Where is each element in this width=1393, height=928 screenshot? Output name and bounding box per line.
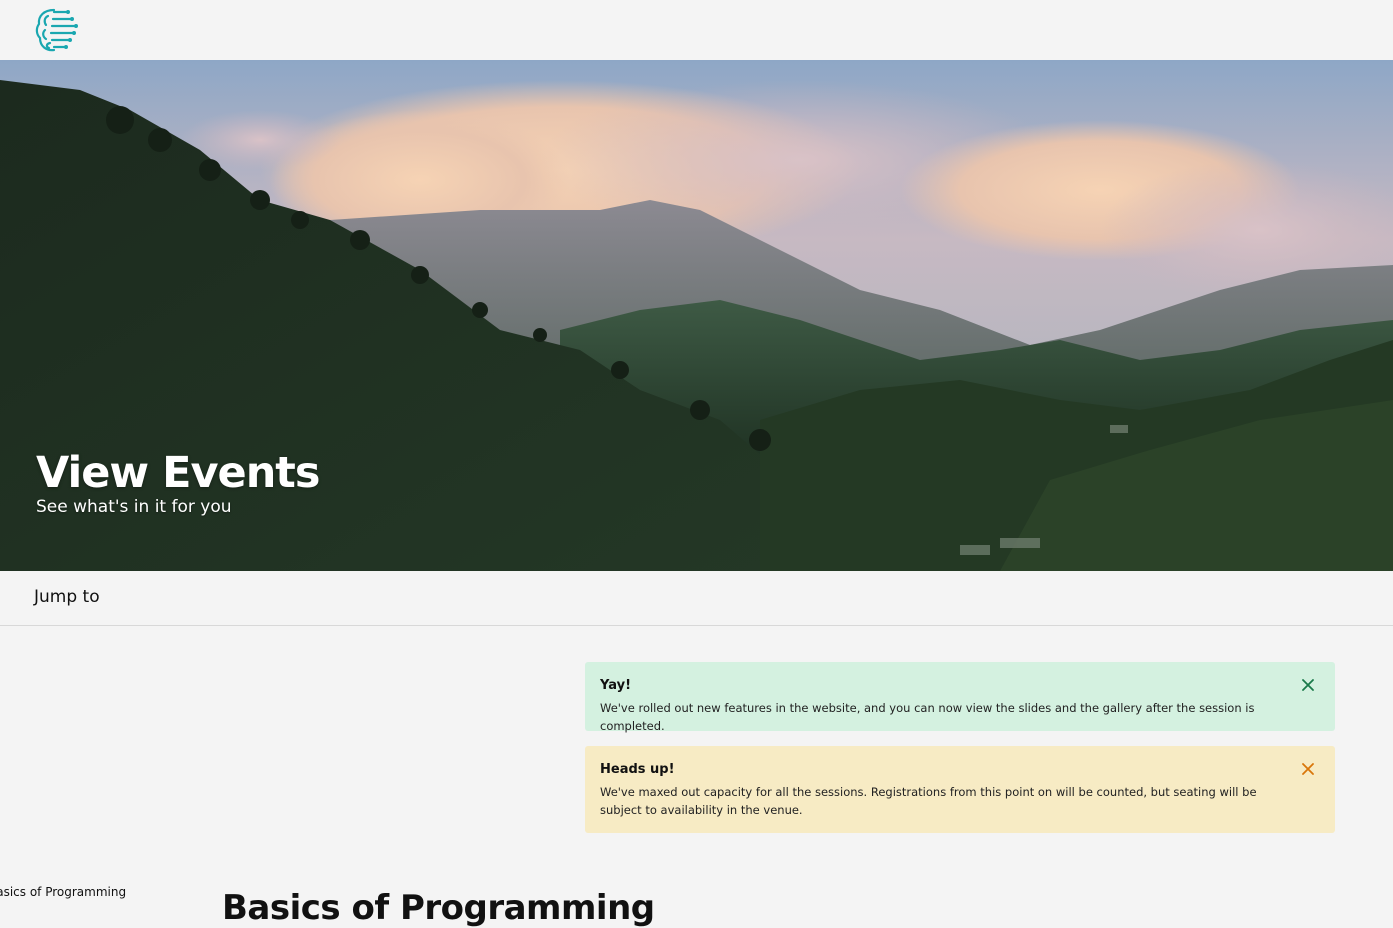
alert-title: Heads up!: [600, 762, 675, 777]
close-icon[interactable]: [1299, 676, 1317, 694]
close-icon[interactable]: [1299, 760, 1317, 778]
top-bar: [0, 0, 1393, 60]
alert-message: We've rolled out new features in the web…: [600, 701, 1255, 733]
sidebar-item-basics-of-programming[interactable]: Basics of Programming: [0, 885, 126, 899]
page-title: View Events: [36, 448, 320, 498]
page-subtitle: See what's in it for you: [36, 497, 232, 517]
brain-circuit-icon[interactable]: [34, 6, 80, 54]
hero-banner: View Events See what's in it for you: [0, 60, 1393, 571]
jump-to-bar: Jump to: [0, 571, 1393, 626]
warning-alert: Heads up! We've maxed out capacity for a…: [585, 746, 1335, 833]
alert-title: Yay!: [600, 678, 631, 693]
jump-to-dropdown[interactable]: Jump to: [34, 587, 100, 607]
section-title: Basics of Programming: [222, 888, 655, 928]
success-alert: Yay! We've rolled out new features in th…: [585, 662, 1335, 733]
alert-message: We've maxed out capacity for all the ses…: [600, 785, 1257, 817]
